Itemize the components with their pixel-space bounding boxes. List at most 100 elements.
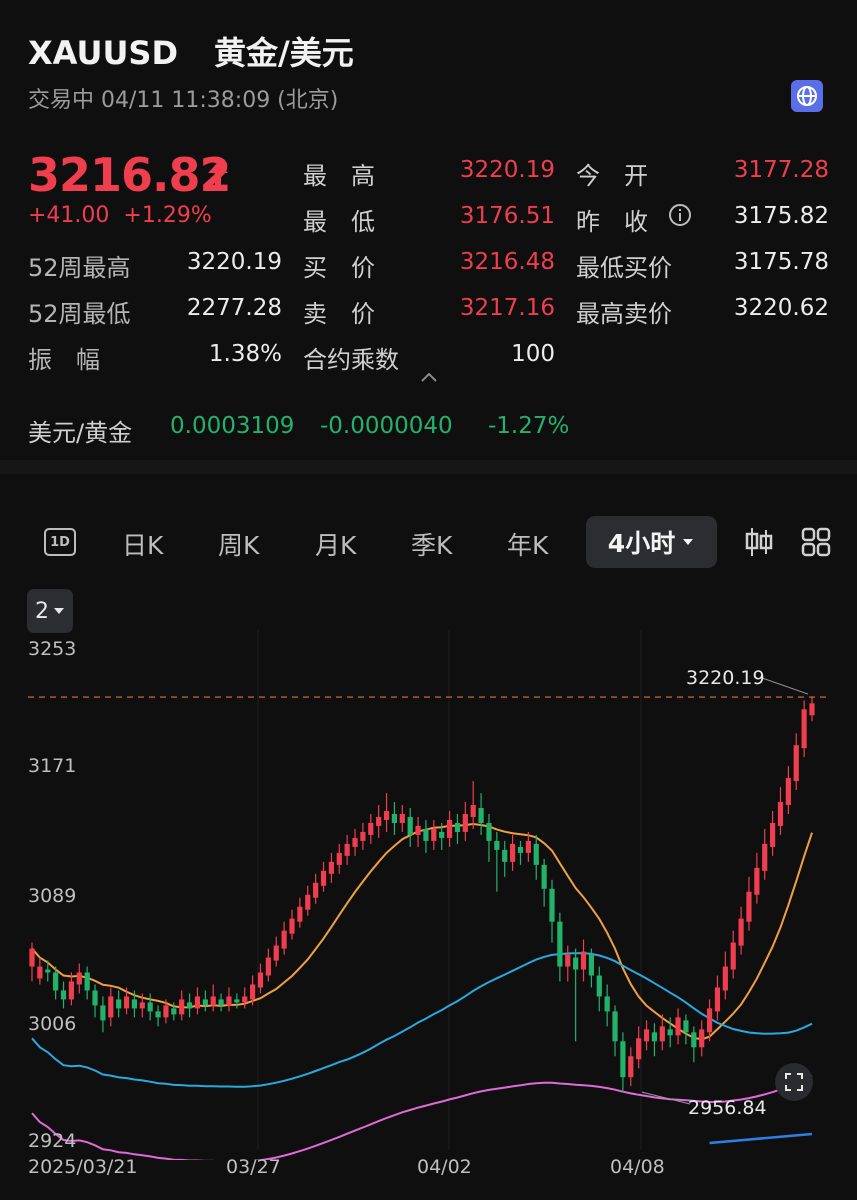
candle-body: [336, 852, 342, 865]
ma-line-extra: [709, 1132, 813, 1145]
candlestick-chart[interactable]: [0, 630, 857, 1160]
candle-body: [100, 1005, 106, 1021]
y-tick-3006: 3006: [28, 1013, 77, 1035]
label-highest-ask: 最高卖价: [576, 300, 672, 328]
candle-body: [722, 966, 728, 991]
candle-body: [809, 703, 815, 716]
candle-body: [289, 918, 295, 934]
tab-month-k[interactable]: 月K: [315, 526, 356, 562]
high-marker-label: 3220.19: [686, 667, 765, 689]
candle-body: [730, 942, 736, 970]
candle-body: [454, 822, 461, 832]
tab-year-k[interactable]: 年K: [507, 526, 548, 562]
candle-body: [257, 972, 264, 988]
value-52w-low: 2277.28: [186, 295, 282, 321]
candle-body: [218, 999, 224, 1006]
candle-body: [785, 778, 791, 806]
candle-body: [328, 861, 334, 874]
y-tick-3089: 3089: [28, 885, 77, 907]
low-marker-leader: [641, 1091, 691, 1105]
candle-body: [407, 816, 413, 835]
inverse-pair-change-pct: -1.27%: [488, 413, 570, 439]
candle-body: [557, 921, 563, 967]
label-lowest-bid: 最低买价: [576, 254, 672, 282]
candle-body: [462, 813, 468, 832]
candle-body: [667, 1029, 673, 1036]
candle-body: [549, 888, 555, 922]
candle-body: [344, 843, 350, 856]
symbol-name: 黄金/美元: [214, 34, 354, 72]
x-tick-0321: 2025/03/21: [28, 1156, 138, 1178]
candle-body: [525, 840, 531, 853]
candle-body: [234, 999, 240, 1003]
market-status: 交易中 04/11 11:38:09 (北京): [28, 88, 339, 113]
candle-body: [573, 957, 579, 970]
change-value: +41.00: [28, 203, 110, 228]
candle-body: [45, 969, 51, 973]
y-tick-3171: 3171: [28, 755, 77, 777]
candle-body: [470, 805, 476, 817]
candle-body: [147, 1002, 153, 1012]
inverse-pair-change: -0.0000040: [320, 413, 453, 439]
label-52w-high: 52周最高: [28, 254, 131, 282]
value-52w-high: 3220.19: [186, 249, 282, 275]
grid-layout-icon[interactable]: [801, 527, 831, 557]
info-icon[interactable]: [668, 203, 692, 227]
chevron-up-icon[interactable]: [418, 370, 440, 384]
candle-body: [29, 948, 35, 967]
tab-quarter-k[interactable]: 季K: [411, 526, 452, 562]
candle-body: [273, 945, 279, 961]
candle-body: [131, 999, 138, 1009]
candle-body: [746, 891, 752, 922]
label-52w-low: 52周最低: [28, 300, 131, 328]
candle-body: [265, 957, 271, 976]
x-tick-0408: 04/08: [610, 1156, 665, 1178]
candle-body: [108, 996, 114, 1018]
x-tick-0402: 04/02: [417, 1156, 472, 1178]
y-tick-2924: 2924: [28, 1130, 77, 1152]
candle-body: [699, 1029, 705, 1048]
inverse-pair-label: 美元/黄金: [28, 419, 133, 447]
fullscreen-button[interactable]: [775, 1063, 813, 1101]
candle-body: [171, 1008, 177, 1015]
candle-body: [628, 1056, 634, 1078]
indicator-selector[interactable]: 2: [27, 589, 73, 633]
candle-body: [675, 1017, 681, 1036]
candle-body: [281, 930, 287, 949]
candle-body: [502, 849, 508, 862]
price-change: +41.00 +1.29%: [28, 203, 212, 228]
candlestick-settings-icon[interactable]: [744, 526, 774, 558]
candle-body: [714, 987, 721, 1012]
section-divider: [0, 460, 857, 474]
candle-body: [762, 843, 768, 871]
tab-day-k[interactable]: 日K: [122, 526, 163, 562]
tab-4-hour[interactable]: 4小时: [586, 516, 717, 568]
candle-body: [636, 1038, 642, 1060]
candle-body: [37, 966, 43, 979]
candle-body: [706, 1008, 713, 1033]
candle-body: [313, 882, 319, 898]
label-high: 最 高: [303, 162, 375, 190]
candle-body: [494, 840, 500, 850]
label-amplitude: 振 幅: [28, 346, 100, 374]
candle-body: [76, 972, 82, 985]
candle-body: [68, 981, 74, 1000]
candle-body: [297, 906, 303, 922]
label-contract-multiplier: 合约乘数: [303, 346, 399, 374]
candle-body: [60, 990, 67, 1000]
globe-icon[interactable]: [791, 80, 823, 112]
candle-body: [415, 825, 421, 835]
label-ask: 卖 价: [303, 300, 375, 328]
value-amplitude: 1.38%: [208, 341, 282, 367]
tab-week-k[interactable]: 周K: [218, 526, 259, 562]
label-prev-close: 昨 收: [576, 208, 648, 236]
candle-body: [163, 1005, 169, 1018]
candle-body: [320, 870, 327, 886]
candle-body: [226, 996, 232, 1006]
value-lowest-bid: 3175.78: [733, 249, 829, 275]
candle-body: [620, 1041, 626, 1078]
candle-body: [383, 811, 390, 820]
tab-intraday[interactable]: 1D: [44, 528, 76, 556]
change-percent: +1.29%: [123, 203, 212, 228]
candle-body: [659, 1026, 665, 1042]
